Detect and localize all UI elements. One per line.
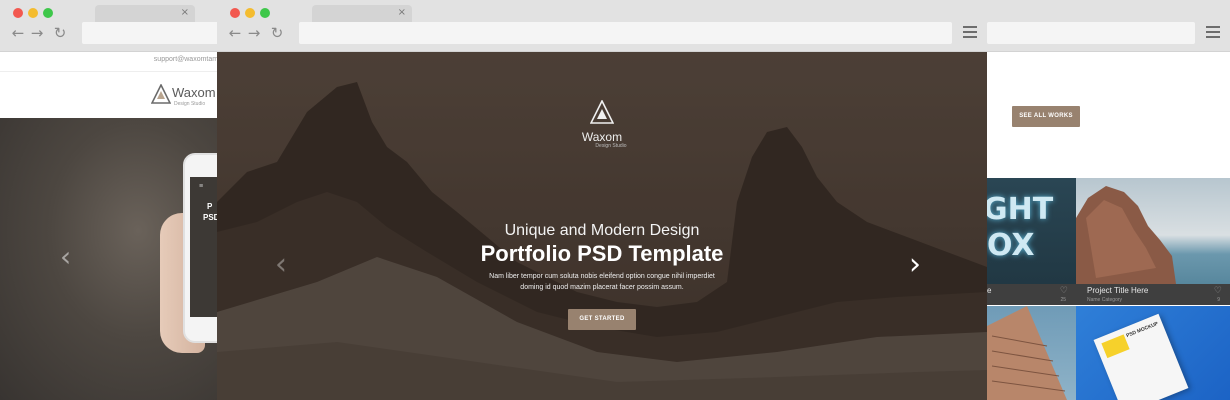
like-count: 9 [1217,297,1220,303]
get-started-button[interactable]: GET STARTED [568,309,636,330]
heart-icon[interactable]: ♡ [1060,286,1068,296]
portfolio-tile-lightbox[interactable]: GHT OX e ♡ 25 [987,178,1076,305]
slider-prev-icon[interactable]: ‹ [275,247,287,282]
minimize-window-icon[interactable] [245,8,255,18]
tile-title: e [987,286,992,295]
tile-footer: Project Title Here Name Category ♡ 9 [1076,284,1230,305]
browser-tab[interactable]: × [312,5,412,22]
left-browser-window: support@waxomtamp Waxom Design Studio ‹ … [0,0,243,400]
maximize-window-icon[interactable] [43,8,53,18]
menu-icon[interactable] [1206,26,1220,38]
mockup-label: PSD MOCKUP [1125,320,1160,340]
hero-description-line-1: Nam liber tempor cum soluta nobis eleife… [489,273,715,280]
menu-icon[interactable] [963,26,977,38]
forward-icon[interactable]: → [246,24,262,42]
back-icon[interactable]: ← [227,24,243,42]
reload-icon[interactable]: ↻ [52,24,68,42]
mockup-paper: PSD MOCKUP [1093,313,1189,400]
center-browser-chrome: × ← → ↻ [217,0,987,52]
left-logo-text: Waxom [172,85,216,100]
phone-menu-icon: ≡ [199,183,204,190]
reload-icon[interactable]: ↻ [269,24,285,42]
close-window-icon[interactable] [230,8,240,18]
mockup-logo [1101,334,1130,359]
maximize-window-icon[interactable] [260,8,270,18]
center-browser-window: Waxom Design Studio Unique and Modern De… [217,0,987,400]
hero-description-line-2: doming id quod mazim placerat facer poss… [520,284,684,291]
portfolio-tile-sea-rock[interactable]: Project Title Here Name Category ♡ 9 [1076,178,1230,305]
forward-icon[interactable]: → [29,24,45,42]
address-bar[interactable] [82,22,222,44]
waxom-logo-icon [590,100,614,124]
center-logo-subtitle: Design Studio [595,143,627,149]
right-browser-window: SEE ALL WORKS GHT OX e ♡ 25 Project Titl… [987,0,1230,400]
tab-close-icon[interactable]: × [398,7,406,18]
address-bar[interactable] [987,22,1195,44]
slider-next-icon[interactable]: › [909,247,921,282]
hero-description: Nam liber tempor cum soluta nobis eleife… [217,271,987,293]
portfolio-tile-building[interactable] [987,306,1076,400]
address-bar[interactable] [299,22,952,44]
support-email[interactable]: support@waxomtamp [154,56,222,63]
heart-icon[interactable]: ♡ [1214,286,1222,296]
left-site-header: Waxom Design Studio [0,72,230,118]
tile-letters-top: GHT [987,192,1054,227]
see-all-works-button[interactable]: SEE ALL WORKS [1012,106,1080,127]
minimize-window-icon[interactable] [28,8,38,18]
phone-title-line-1: P [207,202,213,211]
hero-slider: Waxom Design Studio Unique and Modern De… [217,52,987,400]
tile-category: Name Category [1087,297,1123,303]
browser-tab[interactable]: × [95,5,195,22]
waxom-logo-icon [151,84,171,104]
right-browser-chrome [987,0,1230,52]
hero-title: Portfolio PSD Template [480,241,724,266]
left-logo-subtitle: Design Studio [174,101,206,107]
tile-footer: e ♡ 25 [987,284,1076,305]
back-icon[interactable]: ← [10,24,26,42]
like-count: 25 [1060,297,1066,303]
close-window-icon[interactable] [13,8,23,18]
portfolio-tile-psd-mockup[interactable]: PSD MOCKUP [1076,306,1230,400]
left-topbar: support@waxomtamp [0,52,230,72]
left-browser-chrome: × ← → ↻ [0,0,230,52]
building-image [987,306,1067,400]
tile-letters-bottom: OX [987,228,1035,263]
center-logo-text: Waxom [581,130,623,144]
left-slider-prev-icon[interactable]: ‹ [60,240,71,273]
tab-close-icon[interactable]: × [181,7,189,18]
left-hero: ‹ ≡ P PSD [0,118,243,400]
hero-subtitle: Unique and Modern Design [504,222,700,239]
tile-title: Project Title Here [1087,286,1149,295]
